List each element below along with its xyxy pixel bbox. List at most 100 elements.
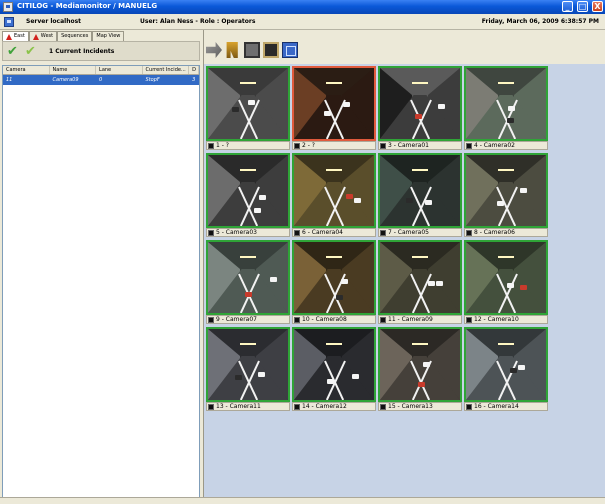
cell-d: 3 [192,77,196,83]
tab-label: Map View [96,33,121,39]
camera-icon [208,404,214,410]
camera-caption: 1 - ? [206,141,290,150]
minimize-button[interactable]: _ [562,1,573,12]
status-bar [0,497,605,504]
tab-label: West [40,33,54,39]
camera-tile[interactable]: 7 - Camera05 [378,153,462,237]
camera-label: 12 - Camera10 [474,316,519,323]
camera-settings-icon[interactable] [244,42,260,58]
maximize-button[interactable]: □ [577,1,588,12]
camera-label: 9 - Camera07 [216,316,257,323]
camera-icon [380,143,386,149]
datetime-label: Friday, March 06, 2009 6:38:57 PM [481,18,599,25]
camera-tile[interactable]: 3 - Camera01 [378,66,462,150]
tab-label: Sequences [61,33,89,39]
table-row[interactable]: 11 Camera09 0 StopF 3 [3,75,199,85]
column-current-incident[interactable]: Current Incide... [143,66,190,74]
camera-feed[interactable] [292,153,376,228]
column-camera[interactable]: Camera [3,66,50,74]
camera-tile[interactable]: 8 - Camera06 [464,153,548,237]
camera-icon [294,317,300,323]
camera-caption: 9 - Camera07 [206,315,290,324]
camera-feed[interactable] [464,153,548,228]
camera-tile[interactable]: 9 - Camera07 [206,240,290,324]
camera-caption: 4 - Camera02 [464,141,548,150]
camera-icon [294,143,300,149]
camera-feed[interactable] [206,240,290,315]
camera-caption: 8 - Camera06 [464,228,548,237]
cell-name: Camera09 [52,77,79,83]
camera-caption: 14 - Camera12 [292,402,376,411]
camera-label: 16 - Camera14 [474,403,519,410]
camera-tile[interactable]: 15 - Camera13 [378,327,462,411]
double-check-icon[interactable]: ✔ [25,45,36,58]
film-icon[interactable] [263,42,279,58]
camera-label: 7 - Camera05 [388,229,429,236]
camera-caption: 3 - Camera01 [378,141,462,150]
camera-tile[interactable]: 12 - Camera10 [464,240,548,324]
tab-west[interactable]: West [28,31,58,41]
camera-label: 11 - Camera09 [388,316,433,323]
camera-tile[interactable]: 4 - Camera02 [464,66,548,150]
route-icon[interactable] [206,42,222,58]
title-bar: CITILOG - Mediamonitor / MANUELG _ □ X [0,0,605,14]
tab-label: East [14,33,25,39]
camera-tile[interactable]: 2 - ? [292,66,376,150]
user-label: User: Alan Ness - Role : Operators [140,18,256,25]
camera-tile[interactable]: 13 - Camera11 [206,327,290,411]
camera-tile[interactable]: 11 - Camera09 [378,240,462,324]
tab-sequences[interactable]: Sequences [57,31,93,41]
camera-icon [208,143,214,149]
camera-feed[interactable] [206,153,290,228]
tools-icon[interactable] [226,42,238,58]
cell-incident: StopF [145,77,160,83]
camera-feed[interactable] [464,66,548,141]
camera-feed[interactable] [464,327,548,402]
camera-caption: 13 - Camera11 [206,402,290,411]
camera-feed[interactable] [378,66,462,141]
camera-label: 6 - Camera04 [302,229,343,236]
app-icon [3,2,13,12]
monitor-toolbar [204,30,605,64]
check-icon[interactable]: ✔ [7,45,18,58]
camera-caption: 7 - Camera05 [378,228,462,237]
layout-grid-icon[interactable] [282,42,298,58]
incident-toolbar: ✔ ✔ 1 Current Incidents [2,41,200,61]
warning-icon [32,33,39,40]
camera-feed[interactable] [378,327,462,402]
camera-icon [466,404,472,410]
camera-feed[interactable] [206,66,290,141]
incident-pane: East West Sequences Map View ✔ ✔ 1 Curre… [0,30,202,500]
camera-label: 3 - Camera01 [388,142,429,149]
close-button[interactable]: X [592,1,603,12]
camera-tile[interactable]: 6 - Camera04 [292,153,376,237]
camera-label: 2 - ? [302,142,315,149]
camera-label: 14 - Camera12 [302,403,347,410]
camera-feed[interactable] [292,327,376,402]
camera-caption: 2 - ? [292,141,376,150]
camera-tile[interactable]: 10 - Camera08 [292,240,376,324]
column-lane[interactable]: Lane [96,66,143,74]
camera-label: 10 - Camera08 [302,316,347,323]
camera-feed[interactable] [292,66,376,141]
camera-tile[interactable]: 14 - Camera12 [292,327,376,411]
camera-icon [294,404,300,410]
cell-lane: 0 [99,77,103,83]
camera-feed[interactable] [378,240,462,315]
camera-feed[interactable] [464,240,548,315]
camera-icon [466,317,472,323]
column-name[interactable]: Name [50,66,97,74]
camera-tile[interactable]: 16 - Camera14 [464,327,548,411]
tab-map-view[interactable]: Map View [92,31,125,41]
camera-icon [466,230,472,236]
camera-feed[interactable] [292,240,376,315]
camera-icon [208,317,214,323]
camera-tile[interactable]: 5 - Camera03 [206,153,290,237]
camera-tile[interactable]: 1 - ? [206,66,290,150]
tab-east[interactable]: East [2,31,29,41]
column-d[interactable]: D [189,66,199,74]
camera-feed[interactable] [206,327,290,402]
camera-feed[interactable] [378,153,462,228]
camera-icon [294,230,300,236]
server-icon[interactable] [4,17,14,27]
